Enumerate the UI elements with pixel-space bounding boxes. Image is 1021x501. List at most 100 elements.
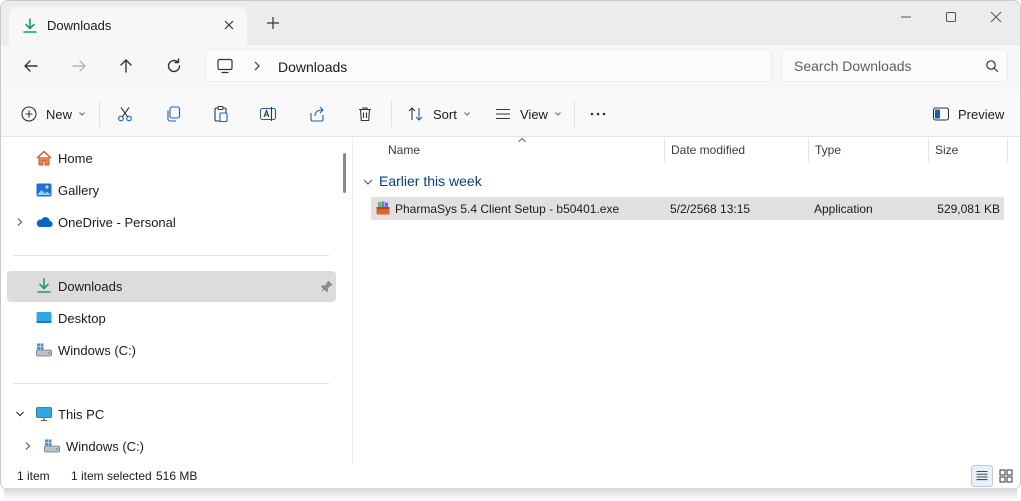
tab-downloads[interactable]: Downloads (9, 7, 247, 45)
paste-icon (214, 105, 228, 123)
computer-icon[interactable] (216, 58, 234, 74)
column-date-label: Date modified (671, 143, 746, 157)
sort-button[interactable]: Sort (407, 101, 471, 127)
search-input[interactable] (794, 57, 974, 75)
address-bar[interactable]: Downloads (205, 49, 772, 82)
new-tab-icon[interactable] (265, 15, 281, 31)
file-date: 5/2/2568 13:15 (670, 202, 751, 216)
selection-size: 516 MB (156, 469, 198, 483)
tab-title: Downloads (47, 18, 112, 33)
new-label: New (46, 106, 73, 122)
chevron-right-icon[interactable] (252, 60, 262, 72)
chevron-down-icon (79, 112, 85, 116)
toolbar-divider (99, 101, 100, 127)
status-bar: 1 item 1 item selected 516 MB (1, 464, 1020, 489)
column-name-label: Name (388, 143, 421, 157)
nav-label: Home (58, 151, 93, 166)
delete-button[interactable] (356, 101, 374, 127)
close-window-icon[interactable] (987, 8, 1005, 26)
view-list-icon (496, 108, 510, 120)
plus-circle-icon (21, 106, 37, 122)
nav-label: OneDrive - Personal (58, 215, 176, 230)
file-name: PharmaSys 5.4 Client Setup - b50401.exe (395, 202, 620, 216)
chevron-right-icon[interactable] (15, 217, 25, 227)
copy-button[interactable] (164, 101, 182, 127)
nav-divider (13, 255, 329, 256)
nav-scrollbar[interactable] (343, 153, 346, 193)
cut-button[interactable] (116, 101, 134, 127)
chevron-down-icon[interactable] (363, 178, 373, 186)
navigation-pane: Home Gallery OneDrive - Personal Downloa… (1, 138, 341, 464)
search-icon[interactable] (985, 59, 999, 73)
view-button[interactable]: View (494, 101, 562, 127)
column-header-type[interactable]: Type (809, 138, 928, 162)
computer-icon (36, 407, 52, 422)
preview-button[interactable]: Preview (932, 101, 1004, 127)
chevron-down-icon[interactable] (15, 409, 25, 419)
column-header-name[interactable]: Name (353, 138, 663, 162)
search-box[interactable] (781, 49, 1008, 82)
up-icon[interactable] (115, 55, 137, 77)
home-icon (36, 150, 52, 166)
cut-icon (118, 107, 132, 122)
file-type: Application (814, 202, 873, 216)
column-header-size[interactable]: Size (929, 138, 1007, 162)
file-size: 529,081 KB (937, 202, 1000, 216)
tiles-view-button[interactable] (995, 465, 1017, 487)
close-tab-icon[interactable] (221, 17, 237, 33)
nav-item-desktop[interactable]: Desktop (7, 303, 336, 334)
copy-icon (167, 106, 181, 122)
back-icon[interactable] (20, 55, 42, 77)
download-icon (23, 18, 37, 33)
chevron-down-icon (463, 112, 470, 116)
refresh-icon[interactable] (163, 55, 185, 77)
toolbar-divider (391, 101, 392, 127)
rename-icon (259, 107, 277, 121)
chevron-down-icon (555, 112, 561, 116)
file-list: Name Date modified Type Size Earlier thi… (353, 137, 1020, 464)
preview-pane-icon (932, 107, 950, 121)
nav-item-gallery[interactable]: Gallery (7, 175, 336, 206)
pin-icon[interactable] (320, 280, 333, 293)
nav-item-onedrive[interactable]: OneDrive - Personal (7, 207, 336, 238)
chevron-right-icon[interactable] (23, 441, 33, 451)
delete-icon (359, 107, 371, 122)
nav-label: Windows (C:) (58, 343, 137, 358)
nav-item-windows-c[interactable]: Windows (C:) (7, 335, 336, 366)
new-button[interactable]: New (20, 101, 86, 127)
preview-label: Preview (958, 106, 1005, 122)
tiles-view-icon (999, 469, 1013, 483)
nav-item-this-pc[interactable]: This PC (7, 399, 336, 430)
installer-package-icon (376, 201, 390, 215)
column-type-label: Type (815, 143, 842, 157)
details-view-button[interactable] (971, 465, 993, 487)
nav-label: Gallery (58, 183, 100, 198)
nav-label: Desktop (58, 311, 106, 326)
address-row: Downloads (1, 45, 1020, 89)
nav-item-downloads[interactable]: Downloads (7, 271, 336, 302)
nav-item-home[interactable]: Home (7, 143, 336, 174)
sort-icon (408, 107, 423, 121)
nav-label: Downloads (58, 279, 123, 294)
forward-icon[interactable] (68, 55, 90, 77)
onedrive-cloud-icon (36, 217, 53, 228)
maximize-icon[interactable] (942, 8, 960, 26)
breadcrumb-downloads[interactable]: Downloads (278, 59, 347, 75)
share-button[interactable] (308, 101, 326, 127)
column-size-label: Size (935, 143, 959, 157)
minimize-icon[interactable] (897, 8, 915, 26)
group-label: Earlier this week (379, 173, 482, 189)
command-bar: New Sort View Preview (1, 89, 1020, 137)
gallery-icon (36, 183, 52, 197)
column-header-date[interactable]: Date modified (665, 138, 808, 162)
paste-button[interactable] (212, 101, 230, 127)
share-icon (310, 106, 324, 122)
column-divider[interactable] (1007, 138, 1008, 162)
nav-label: Windows (C:) (66, 439, 145, 454)
drive-icon (44, 439, 60, 453)
rename-button[interactable] (259, 101, 277, 127)
more-options-button[interactable] (589, 101, 607, 127)
file-row[interactable]: PharmaSys 5.4 Client Setup - b50401.exe … (371, 197, 1004, 220)
window-shadow (4, 488, 1017, 501)
nav-item-windows-c-child[interactable]: Windows (C:) (7, 431, 336, 462)
